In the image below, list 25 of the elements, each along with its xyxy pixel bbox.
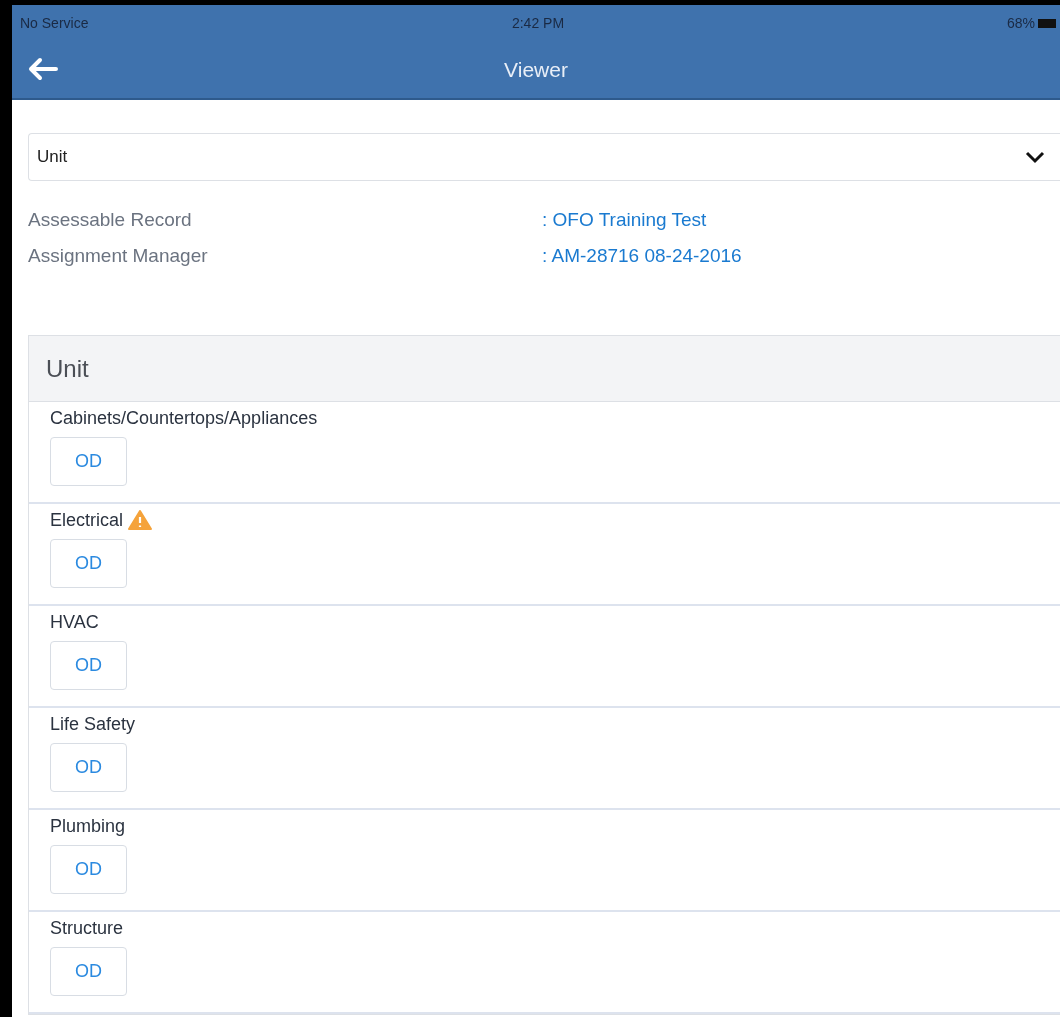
- field-label: Assessable Record: [28, 209, 193, 231]
- battery-text: 68%: [1006, 15, 1035, 31]
- od-button[interactable]: OD: [50, 539, 127, 588]
- section-title: Unit: [46, 354, 89, 383]
- category-label: Structure: [50, 917, 124, 939]
- field-link[interactable]: : AM-28716 08-24-2016: [542, 245, 742, 266]
- screen-title: Viewer: [504, 57, 568, 82]
- od-button[interactable]: OD: [50, 437, 127, 486]
- clock-text: 2:42 PM: [511, 15, 565, 31]
- category-label: Electrical: [50, 509, 124, 531]
- field-link[interactable]: : OFO Training Test: [542, 209, 707, 230]
- category-label: Life Safety: [50, 713, 136, 735]
- category-label: HVAC: [50, 611, 99, 633]
- battery-icon: [1038, 18, 1056, 28]
- category-label: Plumbing: [50, 815, 126, 837]
- od-button[interactable]: OD: [50, 947, 127, 996]
- od-button[interactable]: OD: [50, 641, 127, 690]
- od-button[interactable]: OD: [50, 743, 127, 792]
- category-label: Cabinets/Countertops/Appliances: [50, 407, 318, 429]
- back-arrow-icon[interactable]: [26, 57, 58, 81]
- section-dropdown[interactable]: Unit: [28, 133, 1060, 181]
- carrier-text: No Service: [20, 15, 90, 31]
- field-label: Assignment Manager: [28, 245, 209, 267]
- od-button[interactable]: OD: [50, 845, 127, 894]
- chevron-down-icon: [1024, 150, 1046, 164]
